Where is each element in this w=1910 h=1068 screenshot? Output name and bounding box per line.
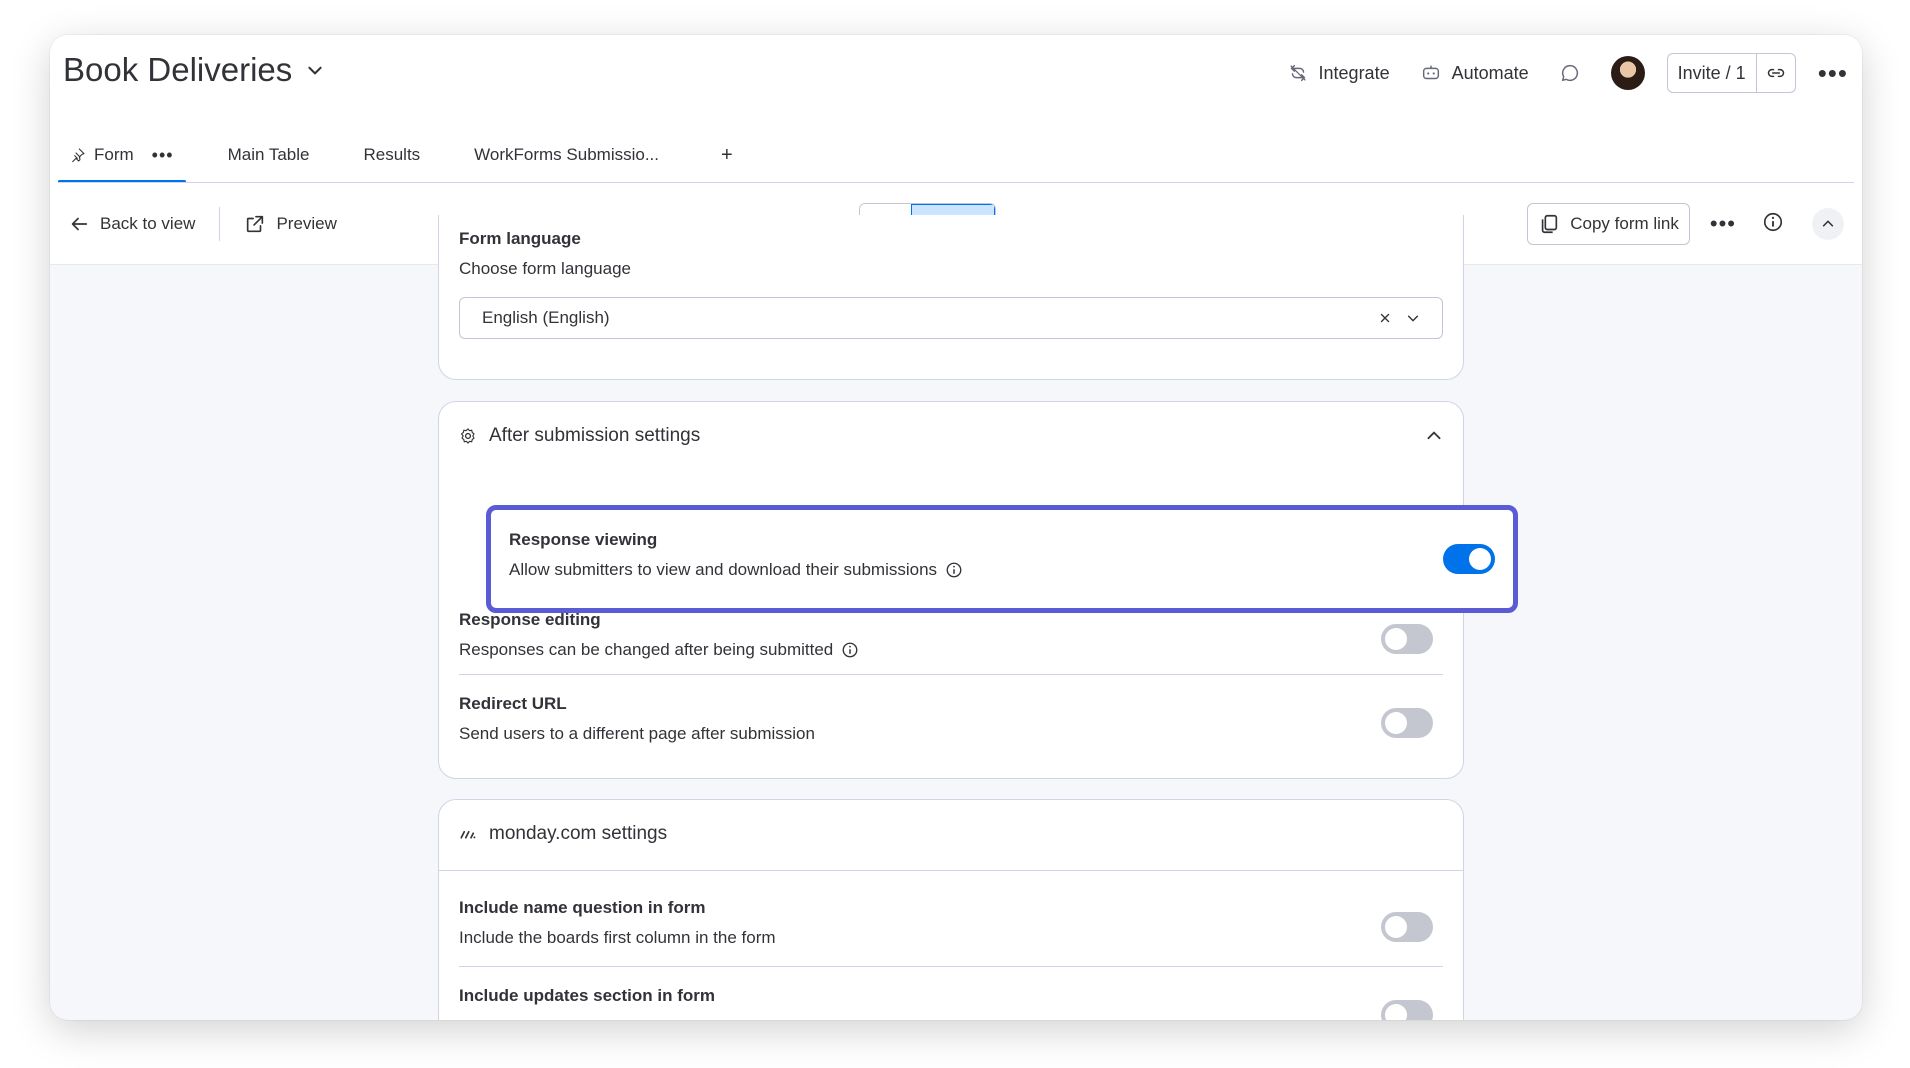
more-options-icon[interactable]: ••• (1818, 60, 1848, 86)
monday-settings-title: monday.com settings (489, 823, 668, 844)
info-icon[interactable] (945, 561, 963, 579)
updates-button[interactable] (1559, 62, 1581, 84)
pin-icon (72, 148, 85, 163)
after-submission-title: After submission settings (489, 425, 701, 446)
monday-settings-header: monday.com settings (459, 800, 1443, 868)
include-name-title: Include name question in form (459, 898, 706, 917)
arrow-left-icon (71, 217, 88, 231)
tab-form-label: Form (94, 145, 134, 164)
robot-icon (1422, 65, 1439, 80)
back-to-view-label: Back to view (100, 214, 196, 233)
add-view-icon[interactable]: + (721, 144, 733, 167)
copy-icon (1542, 214, 1558, 234)
preview-label: Preview (276, 214, 337, 233)
integrate-button[interactable]: Integrate (1287, 62, 1390, 84)
chevron-down-icon (308, 66, 322, 75)
user-avatar[interactable] (1610, 56, 1645, 90)
tab-main-table-label: Main Table (227, 145, 310, 164)
tab-results-label: Results (363, 145, 421, 164)
automate-button[interactable]: Automate (1420, 62, 1529, 84)
form-language-title: Form language (459, 229, 581, 248)
tab-menu-icon[interactable]: ••• (152, 145, 174, 166)
clear-icon[interactable] (1378, 311, 1392, 325)
chevron-up-icon (1822, 220, 1834, 227)
monday-logo-icon (460, 830, 476, 839)
language-select-value: English (English) (482, 308, 610, 327)
response-viewing-title: Response viewing (509, 530, 658, 549)
form-more-options-icon[interactable]: ••• (1710, 211, 1736, 237)
include-updates-row: Include updates section in form (459, 966, 1443, 1020)
chat-bubble-icon (1561, 64, 1578, 82)
response-viewing-toggle[interactable] (1443, 544, 1495, 574)
tab-workforms-submissions[interactable]: WorkForms Submissio... (462, 127, 671, 183)
redirect-url-toggle[interactable] (1381, 708, 1433, 738)
tab-form[interactable]: Form ••• (58, 127, 186, 183)
integrate-label: Integrate (1318, 62, 1390, 83)
monday-settings-card: monday.com settings Include name questio… (438, 799, 1464, 1020)
form-language-subtitle: Choose form language (459, 259, 632, 278)
automate-label: Automate (1451, 62, 1529, 83)
toolbar-divider (219, 207, 221, 241)
header-actions: Integrate Automate Invite / 1 ••• (1287, 53, 1848, 93)
include-updates-title: Include updates section in form (459, 986, 715, 1005)
info-icon[interactable] (841, 641, 859, 659)
include-name-row: Include name question in form Include th… (459, 878, 1443, 978)
tab-workforms-label: WorkForms Submissio... (474, 145, 659, 164)
after-submission-header[interactable]: After submission settings (459, 402, 1443, 470)
response-editing-title: Response editing (459, 610, 601, 629)
response-editing-subtitle: Responses can be changed after being sub… (459, 640, 834, 659)
tab-main-table[interactable]: Main Table (216, 127, 322, 183)
back-to-view-button[interactable]: Back to view (68, 213, 195, 235)
copy-form-link-label: Copy form link (1570, 214, 1679, 233)
copy-link-button[interactable] (1757, 54, 1795, 92)
response-editing-toggle[interactable] (1381, 624, 1433, 654)
info-icon (1763, 212, 1783, 231)
board-title[interactable]: Book Deliveries (63, 51, 324, 89)
app-window: Book Deliveries Integrate Automate Invit… (50, 35, 1862, 1020)
tab-results[interactable]: Results (351, 127, 432, 183)
integrate-icon (1289, 64, 1306, 82)
section-divider (439, 870, 1463, 871)
link-icon (1767, 68, 1784, 78)
redirect-url-row: Redirect URL Send users to a different p… (459, 674, 1443, 774)
info-button[interactable] (1762, 211, 1784, 238)
include-name-toggle[interactable] (1381, 912, 1433, 942)
include-name-subtitle: Include the boards first column in the f… (459, 928, 776, 947)
language-select[interactable]: English (English) (459, 297, 1443, 339)
chevron-down-icon[interactable] (1406, 311, 1420, 325)
response-viewing-row: Response viewing Allow submitters to vie… (486, 505, 1518, 613)
board-title-text: Book Deliveries (63, 51, 293, 88)
redirect-url-title: Redirect URL (459, 694, 567, 713)
redirect-url-subtitle: Send users to a different page after sub… (459, 724, 815, 743)
invite-group: Invite / 1 (1666, 53, 1796, 93)
include-updates-toggle[interactable] (1381, 1000, 1433, 1020)
copy-form-link-button[interactable]: Copy form link (1527, 203, 1690, 245)
form-language-card: Form language Choose form language Engli… (438, 215, 1464, 380)
chevron-up-icon[interactable] (1425, 427, 1443, 445)
invite-button[interactable]: Invite / 1 (1668, 54, 1757, 92)
external-link-icon (247, 215, 264, 233)
preview-button[interactable]: Preview (244, 213, 337, 235)
gear-icon (460, 428, 475, 444)
response-viewing-subtitle: Allow submitters to view and download th… (509, 560, 938, 579)
collapse-header-button[interactable] (1812, 208, 1844, 240)
view-tabs: Form ••• Main Table Results WorkForms Su… (58, 127, 733, 183)
